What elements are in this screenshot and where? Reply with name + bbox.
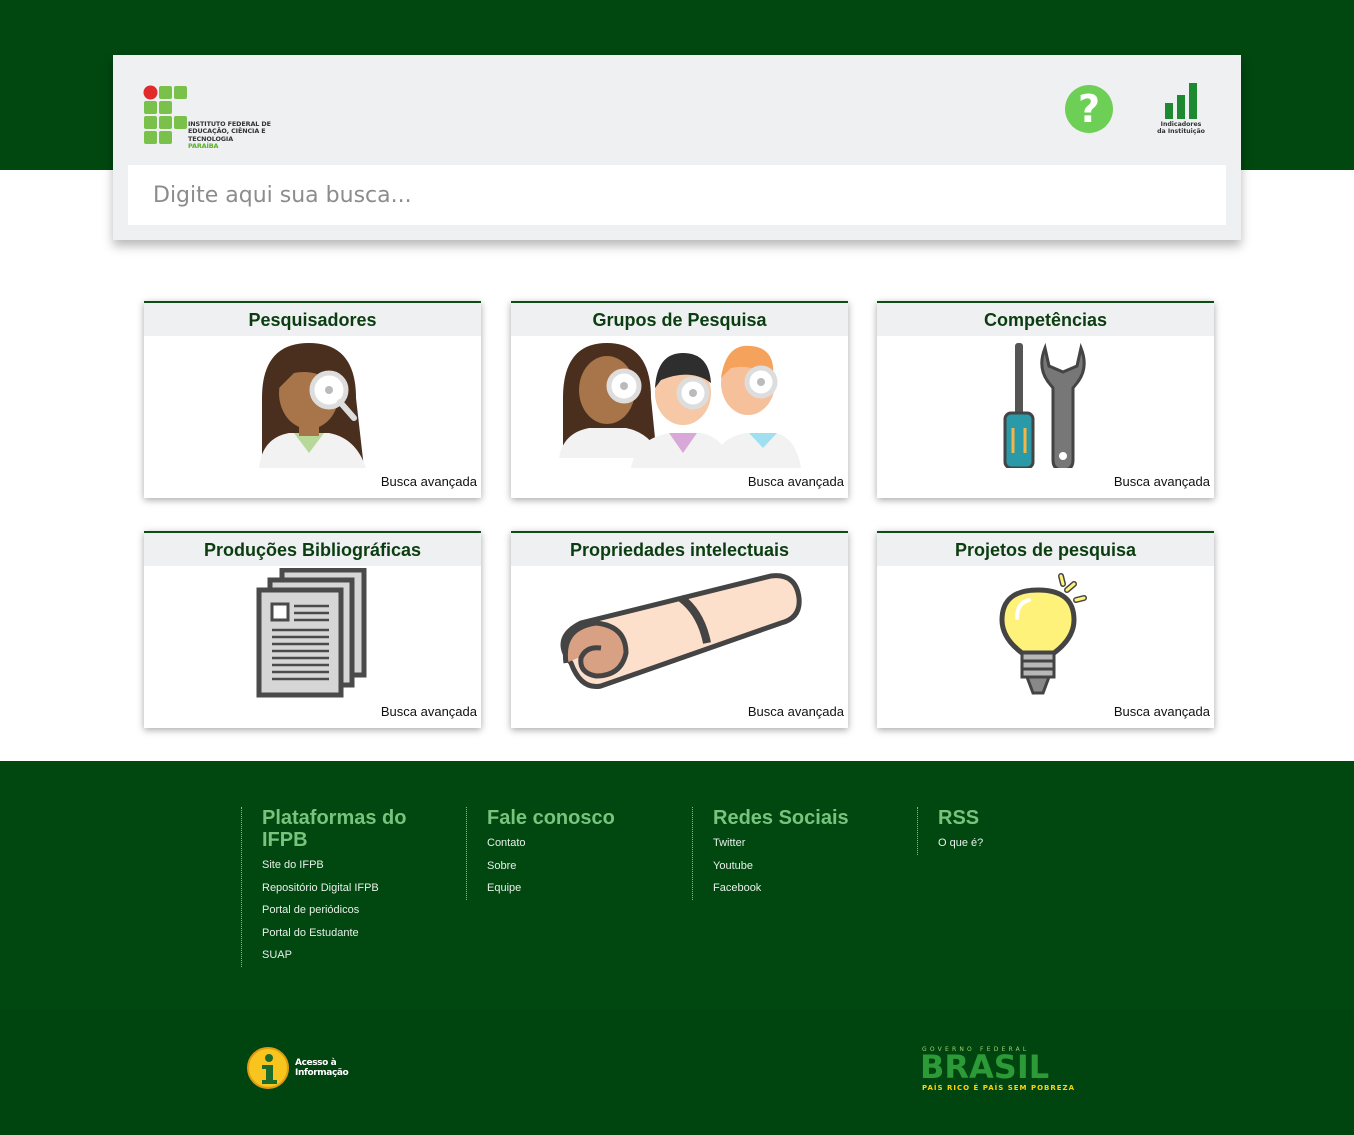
- advanced-search-link[interactable]: Busca avançada: [381, 704, 477, 719]
- footer-link-site-ifpb[interactable]: Site do IFPB: [262, 854, 431, 877]
- footer-col-title: Fale conosco: [487, 807, 615, 829]
- card-title: Propriedades intelectuais: [511, 533, 848, 566]
- footer-link-twitter[interactable]: Twitter: [713, 832, 882, 855]
- advanced-search-link[interactable]: Busca avançada: [1114, 474, 1210, 489]
- search-input[interactable]: [128, 165, 1226, 225]
- footer-link-rss-about[interactable]: O que é?: [938, 832, 1107, 855]
- header: INSTITUTO FEDERAL DE EDUCAÇÃO, CIÊNCIA E…: [113, 55, 1241, 240]
- advanced-search-link[interactable]: Busca avançada: [381, 474, 477, 489]
- logo-text: INSTITUTO FEDERAL DE EDUCAÇÃO, CIÊNCIA E…: [188, 120, 303, 151]
- ifpb-logo[interactable]: INSTITUTO FEDERAL DE EDUCAÇÃO, CIÊNCIA E…: [143, 85, 303, 150]
- help-button[interactable]: ?: [1065, 85, 1113, 133]
- governo-federal-logo[interactable]: GOVERNO FEDERAL BRASIL PAÍS RICO É PAÍS …: [920, 1046, 1074, 1094]
- advanced-search-link[interactable]: Busca avançada: [748, 474, 844, 489]
- info-icon: [247, 1047, 289, 1089]
- advanced-search-link[interactable]: Busca avançada: [748, 704, 844, 719]
- footer-link-suap[interactable]: SUAP: [262, 944, 431, 967]
- acesso-label: Acesso à Informação: [295, 1058, 349, 1078]
- card-title: Produções Bibliográficas: [144, 533, 481, 566]
- footer-link-repositorio[interactable]: Repositório Digital IFPB: [262, 877, 431, 900]
- acesso-line-2: Informação: [295, 1068, 349, 1078]
- documents-icon: [256, 568, 367, 698]
- question-mark-icon: ?: [1077, 87, 1101, 131]
- footer: Plataformas do IFPB Site do IFPB Reposit…: [0, 761, 1354, 1009]
- card-title: Pesquisadores: [144, 303, 481, 336]
- indicators-line-2: da Instituição: [1157, 128, 1205, 135]
- indicators-label: Indicadores da Instituição: [1151, 121, 1211, 135]
- card-title: Projetos de pesquisa: [877, 533, 1214, 566]
- footer-col-title: RSS: [938, 807, 980, 829]
- footer-link-equipe[interactable]: Equipe: [487, 877, 656, 900]
- acesso-informacao-link[interactable]: Acesso à Informação: [247, 1047, 357, 1091]
- researcher-icon: [259, 343, 366, 468]
- brasil-wordmark: BRASIL: [920, 1048, 1050, 1086]
- footer-link-contato[interactable]: Contato: [487, 832, 656, 855]
- footer-link-facebook[interactable]: Facebook: [713, 877, 882, 900]
- card-competencias[interactable]: Competências Busca avançada: [877, 301, 1214, 498]
- bottom-band: Acesso à Informação GOVERNO FEDERAL BRAS…: [0, 1009, 1354, 1135]
- card-propriedades-intelectuais[interactable]: Propriedades intelectuais Busca avançada: [511, 531, 848, 728]
- footer-col-plataformas: Plataformas do IFPB Site do IFPB Reposit…: [241, 807, 431, 967]
- footer-col-rss: RSS O que é?: [917, 807, 1107, 855]
- ifpb-logo-mark: [143, 85, 187, 144]
- card-grupos-de-pesquisa[interactable]: Grupos de Pesquisa Busca avançada: [511, 301, 848, 498]
- footer-link-sobre[interactable]: Sobre: [487, 855, 656, 878]
- logo-line-3: PARAÍBA: [188, 142, 219, 151]
- bar-chart-icon: [1165, 83, 1197, 119]
- footer-link-youtube[interactable]: Youtube: [713, 855, 882, 878]
- indicators-button[interactable]: Indicadores da Instituição: [1151, 83, 1211, 139]
- footer-col-redes-sociais: Redes Sociais Twitter Youtube Facebook: [692, 807, 882, 900]
- footer-col-title: Redes Sociais: [713, 807, 849, 829]
- footer-link-periodicos[interactable]: Portal de periódicos: [262, 899, 431, 922]
- indicators-line-1: Indicadores: [1160, 121, 1202, 128]
- logo-line-2: EDUCAÇÃO, CIÊNCIA E TECNOLOGIA: [188, 127, 266, 143]
- acesso-line-1: Acesso à: [295, 1058, 337, 1068]
- brasil-slogan: PAÍS RICO É PAÍS SEM POBREZA: [922, 1084, 1076, 1092]
- card-title: Competências: [877, 303, 1214, 336]
- advanced-search-link[interactable]: Busca avançada: [1114, 704, 1210, 719]
- research-group-icon: [559, 343, 801, 468]
- tools-icon: [1003, 342, 1086, 468]
- footer-col-title: Plataformas do IFPB: [262, 807, 407, 851]
- card-pesquisadores[interactable]: Pesquisadores Busca avançada: [144, 301, 481, 498]
- footer-link-portal-estudante[interactable]: Portal do Estudante: [262, 922, 431, 945]
- card-producoes-bibliograficas[interactable]: Produções Bibliográficas Busca avançada: [144, 531, 481, 728]
- lightbulb-icon: [999, 573, 1087, 695]
- card-projetos-de-pesquisa[interactable]: Projetos de pesquisa Busca avançada: [877, 531, 1214, 728]
- footer-col-fale-conosco: Fale conosco Contato Sobre Equipe: [466, 807, 656, 900]
- scroll-icon: [560, 573, 802, 690]
- card-title: Grupos de Pesquisa: [511, 303, 848, 336]
